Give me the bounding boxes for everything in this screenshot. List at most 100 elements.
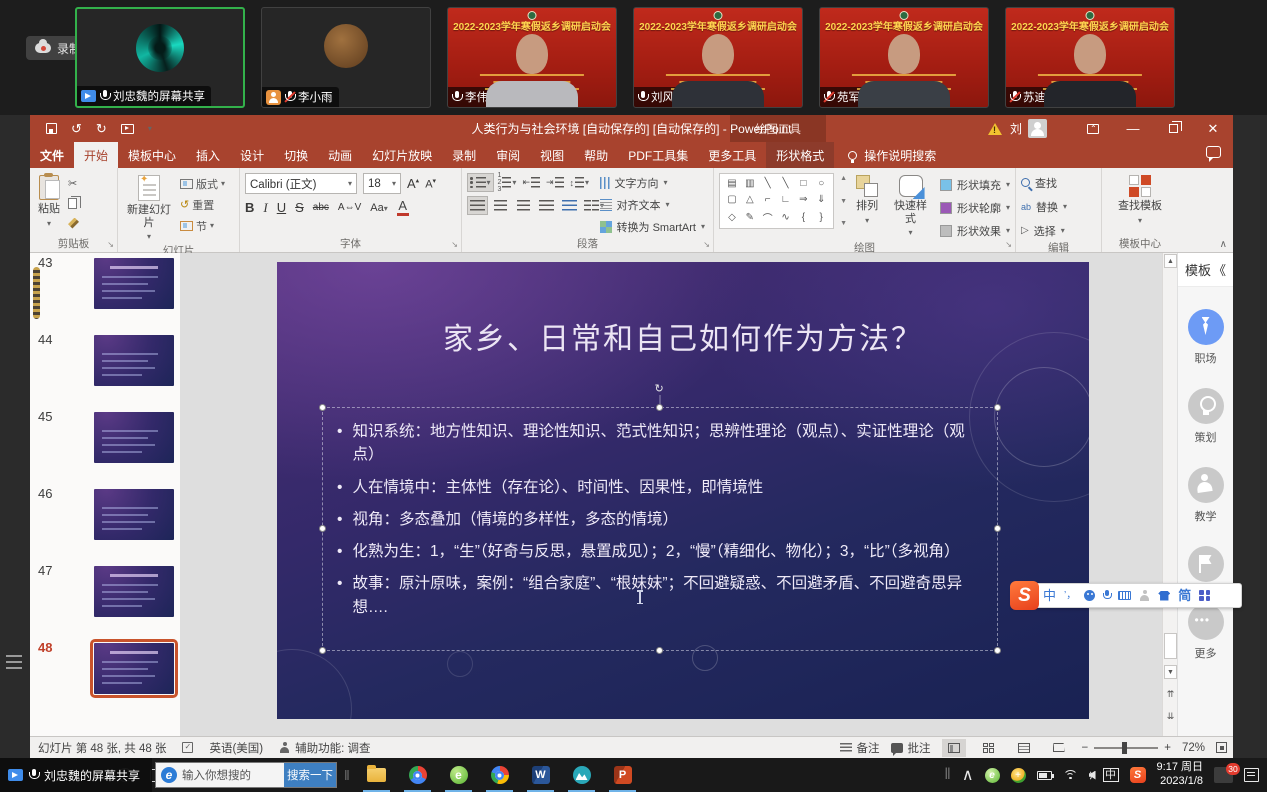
char-spacing-button[interactable]: A⇔V — [338, 202, 361, 213]
resize-handle[interactable] — [656, 404, 663, 411]
slideshow-view-button[interactable] — [1047, 739, 1071, 757]
slide-thumbnail[interactable] — [94, 412, 174, 463]
wifi-icon[interactable] — [1063, 770, 1078, 781]
shape-effects-button[interactable]: 形状效果▾ — [940, 221, 1010, 240]
zoom-thumb[interactable] — [1122, 742, 1127, 754]
sogou-tray-icon[interactable]: S — [1130, 767, 1146, 783]
ribbon-tab[interactable]: 审阅 — [486, 142, 530, 168]
participant-tile[interactable]: 刘忠魏的屏幕共享 — [75, 7, 245, 108]
slide-title[interactable]: 家乡、日常和自己如何作为方法？ — [277, 314, 1089, 358]
scrollbar-thumb[interactable] — [1164, 633, 1177, 659]
ribbon-display-button[interactable] — [1073, 115, 1113, 142]
ribbon-tab[interactable]: 动画 — [318, 142, 362, 168]
taskbar-clock[interactable]: 9:17 周日2023/1/8 — [1157, 761, 1203, 789]
taskbar-app-teal[interactable] — [561, 758, 602, 792]
arrange-button[interactable]: 排列▾ — [853, 173, 881, 227]
cut-button[interactable]: ✂ — [68, 175, 79, 191]
taskbar-app-chrome[interactable] — [397, 758, 438, 792]
edge-menu-icon[interactable] — [6, 655, 22, 669]
zoom-slider[interactable]: − + — [1082, 742, 1171, 754]
increase-indent-button[interactable]: ⇥ — [544, 173, 566, 192]
zoom-out-icon[interactable]: − — [1082, 742, 1089, 754]
save-icon[interactable] — [46, 123, 57, 134]
ribbon-tab[interactable]: 切换 — [274, 142, 318, 168]
hidden-icons-chevron[interactable]: ∧ — [962, 765, 974, 785]
grow-font-button[interactable]: A▴ — [407, 176, 419, 191]
ribbon-tab[interactable]: 插入 — [186, 142, 230, 168]
distribute-button[interactable] — [559, 196, 580, 215]
participant-tile[interactable]: 李小雨 — [261, 7, 431, 108]
tray-360-browser-icon[interactable]: e — [985, 768, 1000, 783]
emoji-icon[interactable] — [1084, 590, 1095, 601]
replace-button[interactable]: ab替换▾ — [1021, 197, 1067, 216]
qat-customize-icon[interactable]: ▾ — [148, 124, 152, 133]
find-template-button[interactable]: 查找模板▾ — [1115, 173, 1165, 227]
bullets-button[interactable]: ▾ — [467, 173, 494, 192]
slide-scrollbar[interactable]: ▲ ▼ ⇈ ⇊ — [1162, 253, 1177, 736]
scroll-up-button[interactable]: ▲ — [1164, 254, 1177, 268]
taskbar-app-360[interactable]: e — [438, 758, 479, 792]
ribbon-tab[interactable]: 形状格式 — [766, 142, 834, 168]
spell-check-icon[interactable] — [182, 742, 193, 753]
template-category[interactable]: 教学 — [1178, 467, 1233, 524]
italic-button[interactable]: I — [263, 200, 267, 216]
participant-tile[interactable]: 2022-2023学年寒假返乡调研启动会苑军军 — [819, 7, 989, 108]
rotation-handle[interactable]: ↻ — [655, 384, 666, 395]
slide-thumbnail[interactable] — [94, 566, 174, 617]
voice-input-icon[interactable] — [1103, 590, 1110, 601]
align-center-button[interactable] — [490, 196, 511, 215]
decrease-indent-button[interactable]: ⇤ — [520, 173, 542, 192]
template-category[interactable]: 策划 — [1178, 388, 1233, 445]
ribbon-tab[interactable]: 设计 — [230, 142, 274, 168]
ribbon-tab[interactable]: 模板中心 — [118, 142, 186, 168]
slide-thumbnail[interactable] — [94, 643, 174, 694]
shrink-font-button[interactable]: A▾ — [425, 177, 436, 191]
justify-button[interactable] — [536, 196, 557, 215]
search-go-button[interactable]: 搜索一下 — [284, 763, 336, 787]
minimize-button[interactable]: — — [1113, 115, 1153, 142]
redo-icon[interactable]: ↻ — [96, 122, 107, 135]
volume-icon[interactable] — [1089, 770, 1092, 781]
participant-tile[interactable]: 2022-2023学年寒假返乡调研启动会刘风-河南农业大学 — [633, 7, 803, 108]
slideshow-icon[interactable] — [121, 124, 134, 134]
selected-text-box[interactable]: ↻ •知识系统：地方性知识、理论性知识、范式性知识；思辨性理论（观点）、实证性理… — [322, 407, 998, 651]
tell-me-search[interactable]: 操作说明搜索 — [848, 142, 936, 168]
resize-handle[interactable] — [319, 647, 326, 654]
accessibility-status[interactable]: 辅助功能: 调查 — [279, 740, 370, 756]
sogou-logo-icon[interactable]: S — [1010, 581, 1039, 610]
convert-smartart-button[interactable]: 转换为 SmartArt▾ — [600, 217, 705, 236]
taskbar-app-word[interactable]: W — [520, 758, 561, 792]
clear-format-button[interactable]: abc — [313, 202, 329, 213]
ribbon-tab[interactable]: 更多工具 — [698, 142, 766, 168]
taskbar-app-chrome-warm[interactable] — [479, 758, 520, 792]
text-direction-button[interactable]: 文字方向▾ — [600, 173, 705, 192]
punctuation-icon[interactable]: ’， — [1064, 591, 1076, 601]
shapes-scroll[interactable]: ▲▼▼ — [839, 173, 848, 229]
clipboard-dialog-launcher[interactable]: ↘ — [107, 240, 114, 249]
collapse-ribbon-button[interactable]: ∧ — [1220, 239, 1227, 250]
warning-icon[interactable] — [988, 123, 1002, 135]
taskbar-search-box[interactable]: e 输入你想搜的 搜索一下 — [155, 762, 337, 788]
template-category[interactable] — [1178, 546, 1233, 582]
slide-sorter-button[interactable] — [977, 739, 1001, 757]
thumbnail-scrollbar[interactable] — [33, 267, 40, 319]
soft-keyboard-icon[interactable] — [1118, 591, 1131, 600]
previous-slide-button[interactable]: ⇈ — [1164, 687, 1177, 701]
current-slide[interactable]: 家乡、日常和自己如何作为方法？ ↻ •知识系统：地方性知识、理论性知识、范式性知… — [277, 262, 1089, 719]
strikethrough-button[interactable]: S — [295, 200, 304, 215]
ribbon-tab[interactable]: 开始 — [74, 142, 118, 168]
template-category[interactable]: 职场 — [1178, 309, 1233, 366]
simplified-chinese-icon[interactable]: 简 — [1178, 589, 1191, 602]
skin-icon[interactable] — [1158, 591, 1170, 601]
sogou-input-toolbar[interactable]: S 中 ’， 简 — [1012, 583, 1242, 608]
shape-outline-button[interactable]: 形状轮廓▾ — [940, 198, 1010, 217]
fit-slide-icon[interactable] — [1216, 742, 1227, 753]
ribbon-tab[interactable]: PDF工具集 — [618, 142, 698, 168]
ribbon-tab[interactable]: 视图 — [530, 142, 574, 168]
template-panel-header[interactable]: 模板《 — [1178, 253, 1233, 287]
bold-button[interactable]: B — [245, 200, 254, 215]
new-slide-button[interactable]: 新建幻灯片▾ — [123, 173, 175, 243]
drawing-dialog-launcher[interactable]: ↘ — [1005, 240, 1012, 249]
format-painter-button[interactable] — [68, 215, 79, 231]
taskbar-app-explorer[interactable] — [356, 758, 397, 792]
